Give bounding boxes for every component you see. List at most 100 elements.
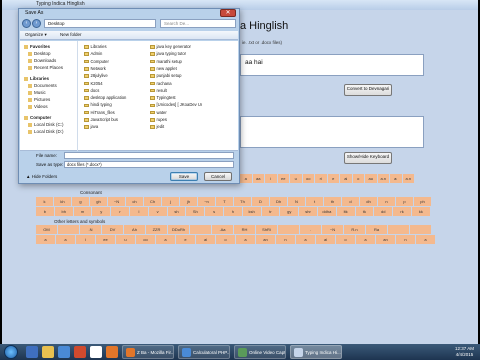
keyboard-key[interactable]: RH bbox=[234, 225, 255, 234]
keyboard-key[interactable]: oo bbox=[136, 235, 155, 244]
nav-item[interactable]: Downloads bbox=[28, 58, 56, 63]
file-item[interactable]: Typingtest bbox=[150, 95, 202, 100]
keyboard-key[interactable]: Ra bbox=[366, 225, 387, 234]
keyboard-key[interactable]: T bbox=[216, 197, 233, 206]
keyboard-key[interactable]: gy bbox=[280, 207, 299, 216]
keyboard-key[interactable]: gh bbox=[90, 197, 107, 206]
keyboard-key[interactable]: ee bbox=[96, 235, 115, 244]
keyboard-key[interactable]: j bbox=[162, 197, 179, 206]
keyboard-key[interactable]: DV bbox=[102, 225, 123, 234]
keyboard-key[interactable]: oo bbox=[302, 174, 314, 183]
file-item[interactable]: java key generator bbox=[150, 44, 202, 49]
file-item[interactable]: Admin bbox=[84, 51, 136, 56]
taskbar-task[interactable]: Z Ba - Mozilla Fir... bbox=[122, 345, 174, 359]
keyboard-key[interactable]: .N bbox=[80, 225, 101, 234]
file-item[interactable]: HiTrans_files bbox=[84, 110, 136, 115]
keyboard-key[interactable]: m bbox=[73, 207, 92, 216]
file-item[interactable]: rachana bbox=[150, 81, 202, 86]
keyboard-key[interactable]: d bbox=[342, 197, 359, 206]
folder-icon[interactable] bbox=[42, 346, 54, 358]
keyboard-key[interactable]: a bbox=[156, 235, 175, 244]
nav-item[interactable]: Desktop bbox=[28, 51, 51, 56]
nav-item[interactable]: Pictures bbox=[28, 97, 50, 102]
file-item[interactable]: hindi typing bbox=[84, 102, 136, 107]
keyboard-key[interactable]: Ah bbox=[124, 225, 145, 234]
keyboard-key[interactable]: a bbox=[240, 174, 252, 183]
keyboard-key[interactable]: ~N bbox=[108, 197, 125, 206]
close-icon[interactable]: ✕ bbox=[220, 9, 236, 17]
keyboard-key[interactable]: Ch bbox=[144, 197, 161, 206]
keyboard-key[interactable]: kh bbox=[54, 197, 71, 206]
keyboard-key[interactable]: u bbox=[290, 174, 302, 183]
keyboard-key[interactable]: ZZR bbox=[146, 225, 167, 234]
keyboard-key[interactable]: p bbox=[396, 197, 413, 206]
file-item[interactable]: new applet bbox=[150, 66, 202, 71]
file-item[interactable]: rupes bbox=[150, 117, 202, 122]
media-player-icon[interactable] bbox=[58, 346, 70, 358]
keyboard-key[interactable]: y bbox=[92, 207, 111, 216]
keyboard-key[interactable]: o bbox=[216, 235, 235, 244]
keyboard-key[interactable]: ShRi bbox=[256, 225, 277, 234]
taskbar-task[interactable]: Typing Indica Hi... bbox=[290, 345, 342, 359]
keyboard-key[interactable] bbox=[410, 225, 431, 234]
keyboard-key[interactable]: v bbox=[148, 207, 167, 216]
keyboard-key[interactable]: a bbox=[296, 235, 315, 244]
keyboard-key[interactable]: rk bbox=[393, 207, 411, 216]
keyboard-key[interactable]: ddha bbox=[317, 207, 336, 216]
keyboard-key[interactable]: a.n bbox=[377, 174, 389, 183]
search-input[interactable]: Search De... bbox=[160, 19, 236, 28]
path-breadcrumb[interactable]: Desktop bbox=[44, 19, 156, 28]
keyboard-key[interactable]: sh bbox=[167, 207, 186, 216]
keyboard-key[interactable]: ltk bbox=[336, 207, 355, 216]
keyboard-key[interactable]: jh bbox=[180, 197, 197, 206]
keyboard-key[interactable]: o bbox=[336, 235, 355, 244]
keyboard-key[interactable]: l bbox=[129, 207, 148, 216]
keyboard-key[interactable]: i bbox=[265, 174, 277, 183]
show-hide-keyboard-button[interactable]: Show/Hide Keyboard bbox=[344, 152, 392, 164]
firefox-icon[interactable] bbox=[106, 346, 118, 358]
new-folder-button[interactable]: New folder bbox=[60, 32, 82, 37]
keyboard-key[interactable]: ph bbox=[414, 197, 431, 206]
nav-item[interactable]: Local Disk (C:) bbox=[28, 122, 64, 127]
keyboard-key[interactable]: shr bbox=[299, 207, 317, 216]
keyboard-key[interactable]: a bbox=[236, 235, 255, 244]
keyboard-key[interactable] bbox=[388, 225, 409, 234]
clock[interactable]: 12:37 AM 4/4/2015 bbox=[455, 346, 474, 358]
file-item[interactable]: desktop application bbox=[84, 95, 136, 100]
keyboard-key[interactable]: . bbox=[300, 225, 321, 234]
nav-item[interactable]: Videos bbox=[28, 104, 48, 109]
file-item[interactable]: java typing tutor bbox=[150, 51, 202, 56]
nav-item[interactable]: Music bbox=[28, 90, 46, 95]
start-button[interactable] bbox=[4, 345, 18, 359]
nav-item[interactable]: Local Disk (D:) bbox=[28, 129, 64, 134]
keyboard-key[interactable]: ee bbox=[277, 174, 289, 183]
keyboard-key[interactable]: DDoRh bbox=[168, 225, 189, 234]
keyboard-key[interactable]: n bbox=[378, 197, 395, 206]
keyboard-key[interactable]: aa bbox=[252, 174, 264, 183]
file-item[interactable]: [Unicodes] [ JKoaDev Unicode Converter D… bbox=[150, 102, 202, 107]
keyboard-key[interactable]: ri bbox=[315, 174, 327, 183]
devnagari-output[interactable] bbox=[240, 116, 424, 148]
back-arrow-icon[interactable]: ‹ bbox=[22, 19, 31, 28]
keyboard-key[interactable]: a bbox=[416, 235, 435, 244]
nav-item[interactable]: Libraries bbox=[24, 76, 49, 81]
file-item[interactable]: jedit bbox=[150, 124, 202, 129]
keyboard-key[interactable]: an bbox=[256, 235, 275, 244]
keyboard-key[interactable]: tk bbox=[355, 207, 374, 216]
keyboard-key[interactable]: kk bbox=[411, 207, 430, 216]
nav-item[interactable]: Documents bbox=[28, 83, 57, 88]
keyboard-key[interactable]: u bbox=[116, 235, 135, 244]
keyboard-key[interactable]: bh bbox=[54, 207, 73, 216]
keyboard-key[interactable]: o bbox=[352, 174, 364, 183]
keyboard-key[interactable]: ai bbox=[196, 235, 215, 244]
file-item[interactable]: result bbox=[150, 88, 202, 93]
nav-item[interactable]: Favorites bbox=[24, 44, 50, 49]
keyboard-key[interactable]: g bbox=[72, 197, 89, 206]
keyboard-key[interactable]: dh bbox=[360, 197, 377, 206]
keyboard-key[interactable]: h bbox=[223, 207, 242, 216]
keyboard-key[interactable]: Th bbox=[234, 197, 251, 206]
keyboard-key[interactable]: i bbox=[76, 235, 95, 244]
keyboard-key[interactable]: b bbox=[36, 207, 54, 216]
keyboard-key[interactable]: ch bbox=[126, 197, 143, 206]
file-item[interactable]: docs bbox=[84, 88, 136, 93]
